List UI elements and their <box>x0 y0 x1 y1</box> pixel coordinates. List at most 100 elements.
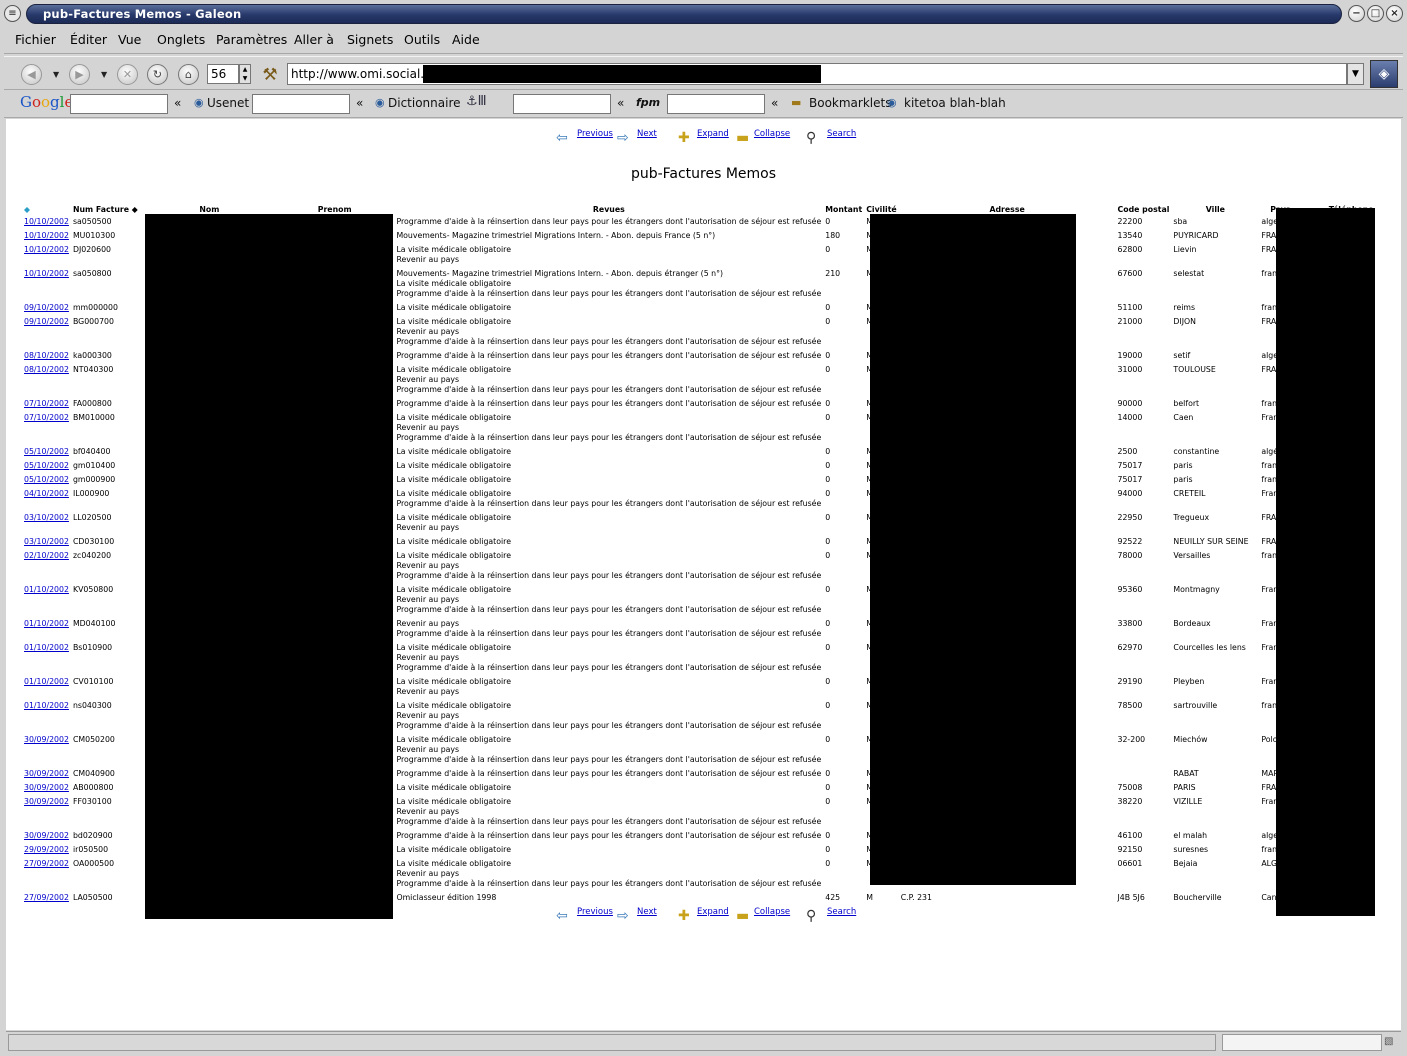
chevron-icon[interactable]: « <box>771 96 778 110</box>
dictionnaire-search-input[interactable] <box>513 94 611 114</box>
clear-location-icon[interactable]: ⚒ <box>257 63 283 87</box>
menu-fichier[interactable]: Fichier <box>15 32 56 47</box>
title-bar-handle[interactable]: pub-Factures Memos - Galeon <box>26 4 1342 24</box>
header-montant[interactable]: Montant <box>823 201 864 215</box>
menu-onglets[interactable]: Onglets <box>157 32 205 47</box>
previous-link[interactable]: Previous <box>577 907 613 917</box>
facture-date-link[interactable]: 27/09/2002 <box>24 893 69 902</box>
collapse-icon[interactable]: ▬ <box>736 909 749 923</box>
facture-date-link[interactable]: 08/10/2002 <box>24 351 69 360</box>
home-icon[interactable]: ⌂ <box>178 64 199 85</box>
facture-date-link[interactable]: 03/10/2002 <box>24 513 69 522</box>
facture-date-link[interactable]: 01/10/2002 <box>24 619 69 628</box>
facture-date-link[interactable]: 30/09/2002 <box>24 831 69 840</box>
sort-date-icon[interactable]: ◆ <box>22 201 71 215</box>
facture-date-link[interactable]: 01/10/2002 <box>24 643 69 652</box>
facture-date-link[interactable]: 07/10/2002 <box>24 413 69 422</box>
back-icon[interactable]: ◀ <box>21 64 42 85</box>
facture-date-link[interactable]: 27/09/2002 <box>24 859 69 868</box>
security-icon[interactable]: ▧ <box>1384 1036 1398 1050</box>
fpm-search-input[interactable] <box>667 94 765 114</box>
header-prenom[interactable]: Prenom <box>279 201 390 215</box>
collapse-link[interactable]: Collapse <box>754 129 790 139</box>
facture-date-link[interactable]: 01/10/2002 <box>24 677 69 686</box>
kitetoa-bookmark[interactable]: kitetoa blah-blah <box>904 96 1006 110</box>
google-logo[interactable]: Google <box>20 93 73 111</box>
menu-aller[interactable]: Aller à <box>294 32 334 47</box>
facture-date-link[interactable]: 10/10/2002 <box>24 231 69 240</box>
zoom-spinner[interactable]: ▲ ▼ <box>239 64 251 84</box>
next-icon[interactable]: ⇨ <box>617 909 629 923</box>
facture-date-link[interactable]: 05/10/2002 <box>24 461 69 470</box>
menu-vue[interactable]: Vue <box>118 32 141 47</box>
dictionnaire-label[interactable]: Dictionnaire <box>388 96 461 110</box>
next-link[interactable]: Next <box>637 907 657 917</box>
collapse-link[interactable]: Collapse <box>754 907 790 917</box>
usenet-label[interactable]: Usenet <box>207 96 249 110</box>
facture-date-link[interactable]: 02/10/2002 <box>24 551 69 560</box>
google-search-input[interactable] <box>70 94 168 114</box>
search-icon[interactable]: ⚲ <box>806 909 816 923</box>
chevron-icon[interactable]: « <box>617 96 624 110</box>
minimize-icon[interactable]: − <box>1348 5 1365 22</box>
back-history-chevron-icon[interactable]: ▼ <box>53 70 59 79</box>
expand-link[interactable]: Expand <box>697 907 729 917</box>
menu-aide[interactable]: Aide <box>452 32 480 47</box>
header-cp[interactable]: Code postal <box>1116 201 1172 215</box>
forward-icon[interactable]: ▶ <box>69 64 90 85</box>
menu-editer[interactable]: Éditer <box>70 32 107 47</box>
facture-date-link[interactable]: 29/09/2002 <box>24 845 69 854</box>
menu-parametres[interactable]: Paramètres <box>216 32 287 47</box>
expand-icon[interactable]: ✚ <box>678 909 690 923</box>
next-link[interactable]: Next <box>637 129 657 139</box>
facture-date-link[interactable]: 10/10/2002 <box>24 245 69 254</box>
expand-icon[interactable]: ✚ <box>678 131 690 145</box>
facture-date-link[interactable]: 30/09/2002 <box>24 783 69 792</box>
chevron-icon[interactable]: « <box>174 96 181 110</box>
header-civilite[interactable]: Civilité <box>864 201 899 215</box>
throbber-icon[interactable]: ◈ <box>1370 60 1398 88</box>
expand-link[interactable]: Expand <box>697 129 729 139</box>
usenet-search-input[interactable] <box>252 94 350 114</box>
menu-outils[interactable]: Outils <box>404 32 440 47</box>
facture-date-link[interactable]: 30/09/2002 <box>24 735 69 744</box>
collapse-icon[interactable]: ▬ <box>736 131 749 145</box>
facture-date-link[interactable]: 09/10/2002 <box>24 303 69 312</box>
header-ville[interactable]: Ville <box>1171 201 1259 215</box>
maximize-icon[interactable]: □ <box>1367 5 1384 22</box>
previous-link[interactable]: Previous <box>577 129 613 139</box>
header-adresse[interactable]: Adresse <box>899 201 1116 215</box>
url-history-dropdown-icon[interactable]: ▼ <box>1347 63 1364 85</box>
facture-date-link[interactable]: 09/10/2002 <box>24 317 69 326</box>
close-icon[interactable]: × <box>1386 5 1403 22</box>
header-nom[interactable]: Nom <box>140 201 279 215</box>
bookmarklets-folder[interactable]: Bookmarklets <box>809 96 891 110</box>
facture-date-link[interactable]: 30/09/2002 <box>24 797 69 806</box>
search-link[interactable]: Search <box>827 129 856 139</box>
next-icon[interactable]: ⇨ <box>617 131 629 145</box>
url-field[interactable]: http://www.omi.social.fr/ <box>287 63 1347 85</box>
sort-num-icon[interactable]: ◆ <box>132 205 138 214</box>
facture-date-link[interactable]: 30/09/2002 <box>24 769 69 778</box>
facture-date-link[interactable]: 10/10/2002 <box>24 269 69 278</box>
facture-date-link[interactable]: 05/10/2002 <box>24 475 69 484</box>
facture-date-link[interactable]: 07/10/2002 <box>24 399 69 408</box>
menu-signets[interactable]: Signets <box>347 32 393 47</box>
previous-icon[interactable]: ⇦ <box>556 909 568 923</box>
forward-history-chevron-icon[interactable]: ▼ <box>101 70 107 79</box>
facture-date-link[interactable]: 01/10/2002 <box>24 585 69 594</box>
reload-icon[interactable]: ↻ <box>147 64 168 85</box>
facture-date-link[interactable]: 10/10/2002 <box>24 217 69 226</box>
facture-date-link[interactable]: 04/10/2002 <box>24 489 69 498</box>
facture-date-link[interactable]: 08/10/2002 <box>24 365 69 374</box>
facture-date-link[interactable]: 01/10/2002 <box>24 701 69 710</box>
chevron-icon[interactable]: « <box>356 96 363 110</box>
facture-date-link[interactable]: 05/10/2002 <box>24 447 69 456</box>
window-menu-icon[interactable]: ≡ <box>4 5 21 22</box>
previous-icon[interactable]: ⇦ <box>556 131 568 145</box>
search-icon[interactable]: ⚲ <box>806 131 816 145</box>
search-link[interactable]: Search <box>827 907 856 917</box>
stop-icon[interactable]: ✕ <box>117 64 138 85</box>
header-revues[interactable]: Revues <box>394 201 823 215</box>
facture-date-link[interactable]: 03/10/2002 <box>24 537 69 546</box>
